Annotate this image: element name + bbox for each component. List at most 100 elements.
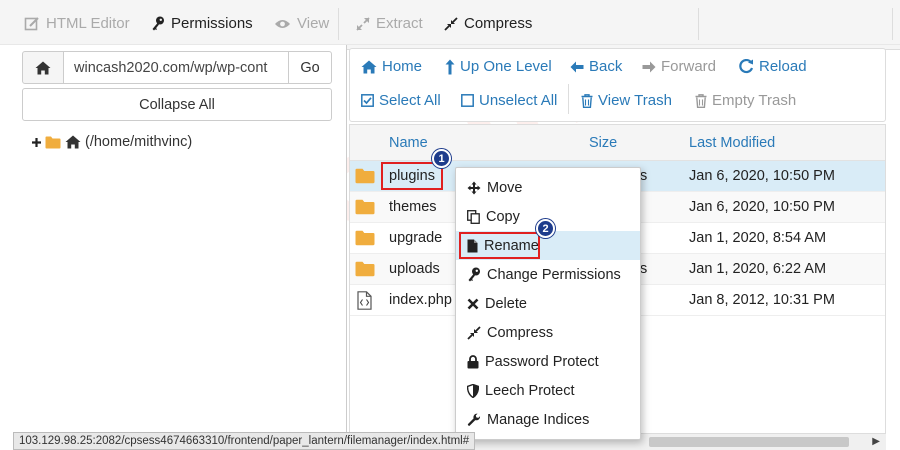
- html-editor-label: HTML Editor: [46, 15, 130, 32]
- unselect-all-label: Unselect All: [479, 92, 558, 109]
- extract-label: Extract: [376, 15, 423, 32]
- view-trash-label: View Trash: [598, 92, 672, 109]
- compress-arrows-icon: [444, 16, 458, 31]
- collapse-all-button[interactable]: Collapse All: [22, 88, 332, 121]
- plus-icon[interactable]: [32, 137, 41, 147]
- forward-link[interactable]: Forward: [642, 58, 716, 75]
- toolbar-divider: [338, 8, 339, 40]
- expand-arrows-icon: [356, 16, 370, 31]
- permissions-button[interactable]: Permissions: [151, 15, 253, 32]
- tree-root-item[interactable]: (/home/mithvinc): [32, 134, 192, 150]
- status-bar-url: 103.129.98.25:2082/cpsess4674663310/fron…: [13, 432, 476, 450]
- eye-icon: [274, 18, 291, 30]
- empty-trash-label: Empty Trash: [712, 92, 797, 109]
- top-toolbar: HTML Editor Permissions View Extract Com…: [0, 0, 900, 50]
- up-one-level-label: Up One Level: [460, 58, 552, 75]
- extract-button[interactable]: Extract: [356, 15, 423, 32]
- toolbar-divider: [568, 84, 569, 114]
- toolbar-divider: [892, 8, 893, 40]
- forward-label: Forward: [661, 58, 717, 75]
- home-directory-button[interactable]: [22, 51, 64, 84]
- scrollbar-thumb[interactable]: [649, 437, 849, 447]
- toolbar-divider: [698, 8, 699, 40]
- menu-item-label: Move: [487, 179, 523, 196]
- menu-item-label: Delete: [485, 295, 527, 312]
- file-last-modified: Jan 6, 2020, 10:50 PM: [689, 168, 835, 184]
- checkbox-empty-icon: [461, 94, 474, 107]
- view-button[interactable]: View: [274, 15, 329, 32]
- menu-item-label: Compress: [487, 324, 554, 341]
- trash-icon: [581, 93, 593, 108]
- file-name[interactable]: upgrade: [389, 230, 442, 246]
- home-icon: [361, 60, 377, 74]
- file-name[interactable]: uploads: [389, 261, 440, 277]
- callout-highlight-box: [381, 162, 443, 190]
- step-marker-1: 1: [432, 149, 451, 168]
- menu-item-label: Manage Indices: [487, 411, 590, 428]
- view-trash-link[interactable]: View Trash: [581, 92, 672, 109]
- move-arrows-icon: [467, 181, 481, 195]
- menu-item-change-permissions[interactable]: Change Permissions: [456, 260, 640, 289]
- back-link[interactable]: Back: [570, 58, 622, 75]
- file-last-modified: Jan 6, 2020, 10:50 PM: [689, 199, 835, 215]
- compress-button[interactable]: Compress: [444, 15, 532, 32]
- html-editor-button[interactable]: HTML Editor: [24, 15, 130, 32]
- key-icon: [151, 16, 165, 31]
- compress-label: Compress: [464, 15, 533, 32]
- menu-item-password-protect[interactable]: Password Protect: [456, 347, 640, 376]
- home-link-label: Home: [382, 58, 423, 75]
- column-header-name[interactable]: Name: [389, 135, 428, 151]
- folder-icon: [355, 230, 375, 246]
- php-file-icon: [357, 291, 372, 310]
- file-name[interactable]: index.php: [389, 292, 452, 308]
- select-all-link[interactable]: Select All: [361, 92, 441, 109]
- folder-icon: [45, 136, 61, 149]
- menu-item-move[interactable]: Move: [456, 173, 640, 202]
- file-last-modified: Jan 1, 2020, 6:22 AM: [689, 261, 827, 277]
- select-all-label: Select All: [379, 92, 441, 109]
- lock-icon: [467, 354, 479, 369]
- menu-item-label: Copy: [486, 208, 520, 225]
- arrow-left-icon: [570, 61, 584, 73]
- menu-item-manage-indices[interactable]: Manage Indices: [456, 405, 640, 434]
- step-marker-2: 2: [536, 219, 555, 238]
- menu-item-delete[interactable]: Delete: [456, 289, 640, 318]
- file-last-modified: Jan 1, 2020, 8:54 AM: [689, 230, 827, 246]
- home-link[interactable]: Home: [361, 58, 422, 75]
- empty-trash-link[interactable]: Empty Trash: [695, 92, 796, 109]
- reload-link[interactable]: Reload: [739, 58, 807, 75]
- view-label: View: [297, 15, 330, 32]
- menu-item-label: Password Protect: [485, 353, 599, 370]
- back-label: Back: [589, 58, 623, 75]
- unselect-all-link[interactable]: Unselect All: [461, 92, 557, 109]
- file-size: s: [640, 168, 648, 184]
- tree-root-label: (/home/mithvinc): [85, 134, 193, 150]
- column-header-size[interactable]: Size: [589, 135, 617, 151]
- file-size: s: [640, 261, 648, 277]
- menu-item-label: Change Permissions: [487, 266, 621, 283]
- folder-icon: [355, 199, 375, 215]
- copy-icon: [467, 209, 480, 224]
- path-input[interactable]: [63, 51, 289, 84]
- trash-icon: [695, 93, 707, 108]
- key-icon: [467, 267, 481, 282]
- up-one-level-link[interactable]: Up One Level: [445, 58, 552, 75]
- reload-label: Reload: [759, 58, 807, 75]
- arrow-right-icon: [642, 61, 656, 73]
- file-last-modified: Jan 8, 2012, 10:31 PM: [689, 292, 835, 308]
- go-button[interactable]: Go: [288, 51, 332, 84]
- folder-icon: [355, 168, 375, 184]
- level-up-icon: [445, 59, 455, 75]
- folder-icon: [355, 261, 375, 277]
- shield-icon: [467, 383, 479, 398]
- context-menu: Move Copy Rename Change Permissions Dele…: [455, 167, 641, 440]
- file-name[interactable]: themes: [389, 199, 437, 215]
- wrench-icon: [467, 413, 481, 427]
- menu-item-compress[interactable]: Compress: [456, 318, 640, 347]
- menu-item-leech-protect[interactable]: Leech Protect: [456, 376, 640, 405]
- permissions-label: Permissions: [171, 15, 253, 32]
- home-icon: [65, 135, 81, 149]
- callout-highlight-box: [459, 232, 540, 259]
- scroll-right-arrow-icon[interactable]: ▶: [872, 436, 880, 447]
- column-header-last-modified[interactable]: Last Modified: [689, 135, 775, 151]
